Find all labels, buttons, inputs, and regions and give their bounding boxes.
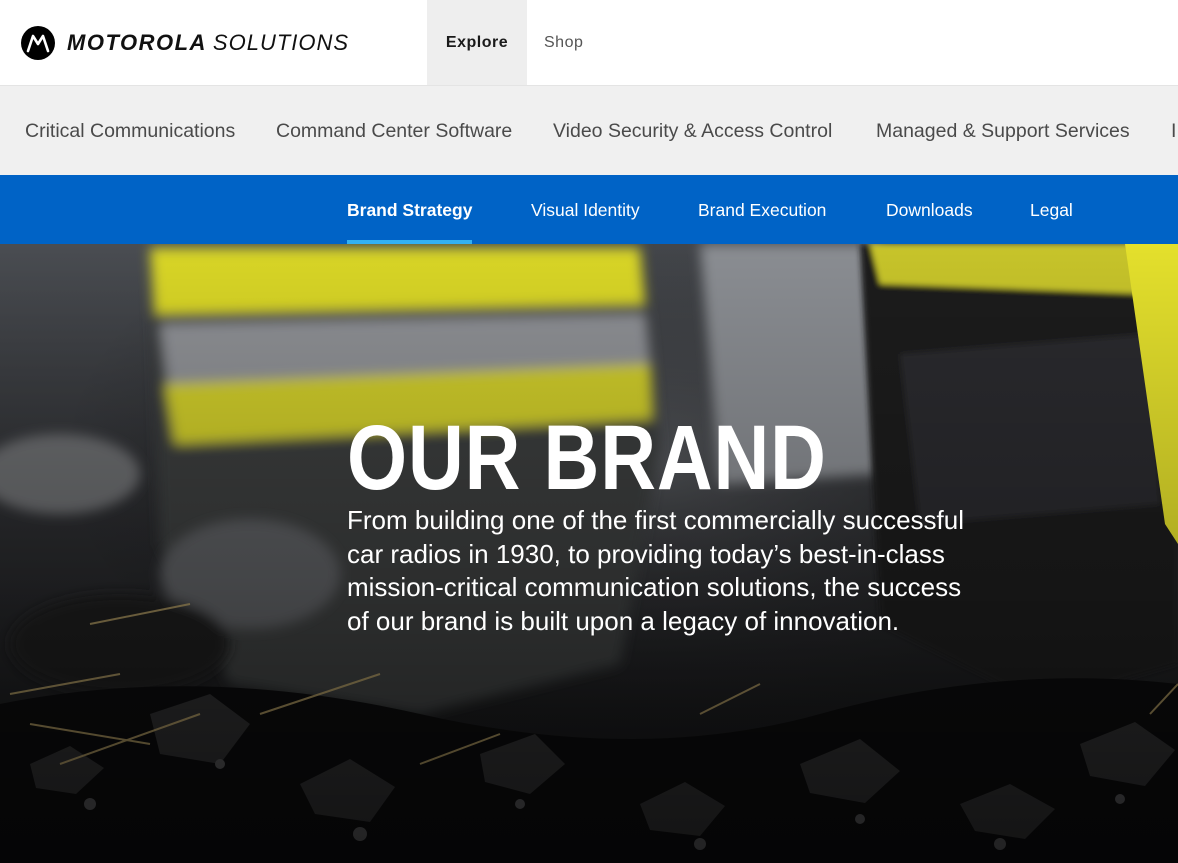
subnav-legal[interactable]: Legal xyxy=(1030,175,1073,244)
brand-wordmark: MOTOROLA SOLUTIONS xyxy=(67,30,349,56)
category-managed-support-services[interactable]: Managed & Support Services xyxy=(876,86,1130,175)
brand-name-light: SOLUTIONS xyxy=(212,29,350,55)
subnav-brand-strategy-label: Brand Strategy xyxy=(347,200,473,220)
hero-body-text: From building one of the first commercia… xyxy=(347,505,965,636)
category-nav: Critical Communications Command Center S… xyxy=(0,85,1178,175)
brand-name-bold: MOTOROLA xyxy=(67,29,207,55)
category-video-security[interactable]: Video Security & Access Control xyxy=(553,86,832,175)
brand-sub-nav: Brand Strategy Visual Identity Brand Exe… xyxy=(0,175,1178,244)
subnav-brand-strategy[interactable]: Brand Strategy xyxy=(347,175,473,244)
subnav-downloads[interactable]: Downloads xyxy=(886,175,973,244)
tab-explore[interactable]: Explore xyxy=(427,0,527,85)
hero-title: OUR BRAND xyxy=(347,407,827,509)
hero-banner: OUR BRAND From building one of the first… xyxy=(0,244,1178,863)
category-truncated-item[interactable]: I xyxy=(1171,86,1176,175)
motorola-batwing-icon xyxy=(21,25,55,60)
subnav-brand-execution[interactable]: Brand Execution xyxy=(698,175,826,244)
category-command-center-software[interactable]: Command Center Software xyxy=(276,86,512,175)
top-bar: MOTOROLA SOLUTIONS Explore Shop xyxy=(0,0,1178,85)
category-critical-communications[interactable]: Critical Communications xyxy=(25,86,235,175)
top-tabs: Explore Shop xyxy=(427,0,600,85)
subnav-visual-identity[interactable]: Visual Identity xyxy=(531,175,640,244)
brand-logo[interactable]: MOTOROLA SOLUTIONS xyxy=(21,0,349,85)
tab-shop[interactable]: Shop xyxy=(527,0,600,85)
